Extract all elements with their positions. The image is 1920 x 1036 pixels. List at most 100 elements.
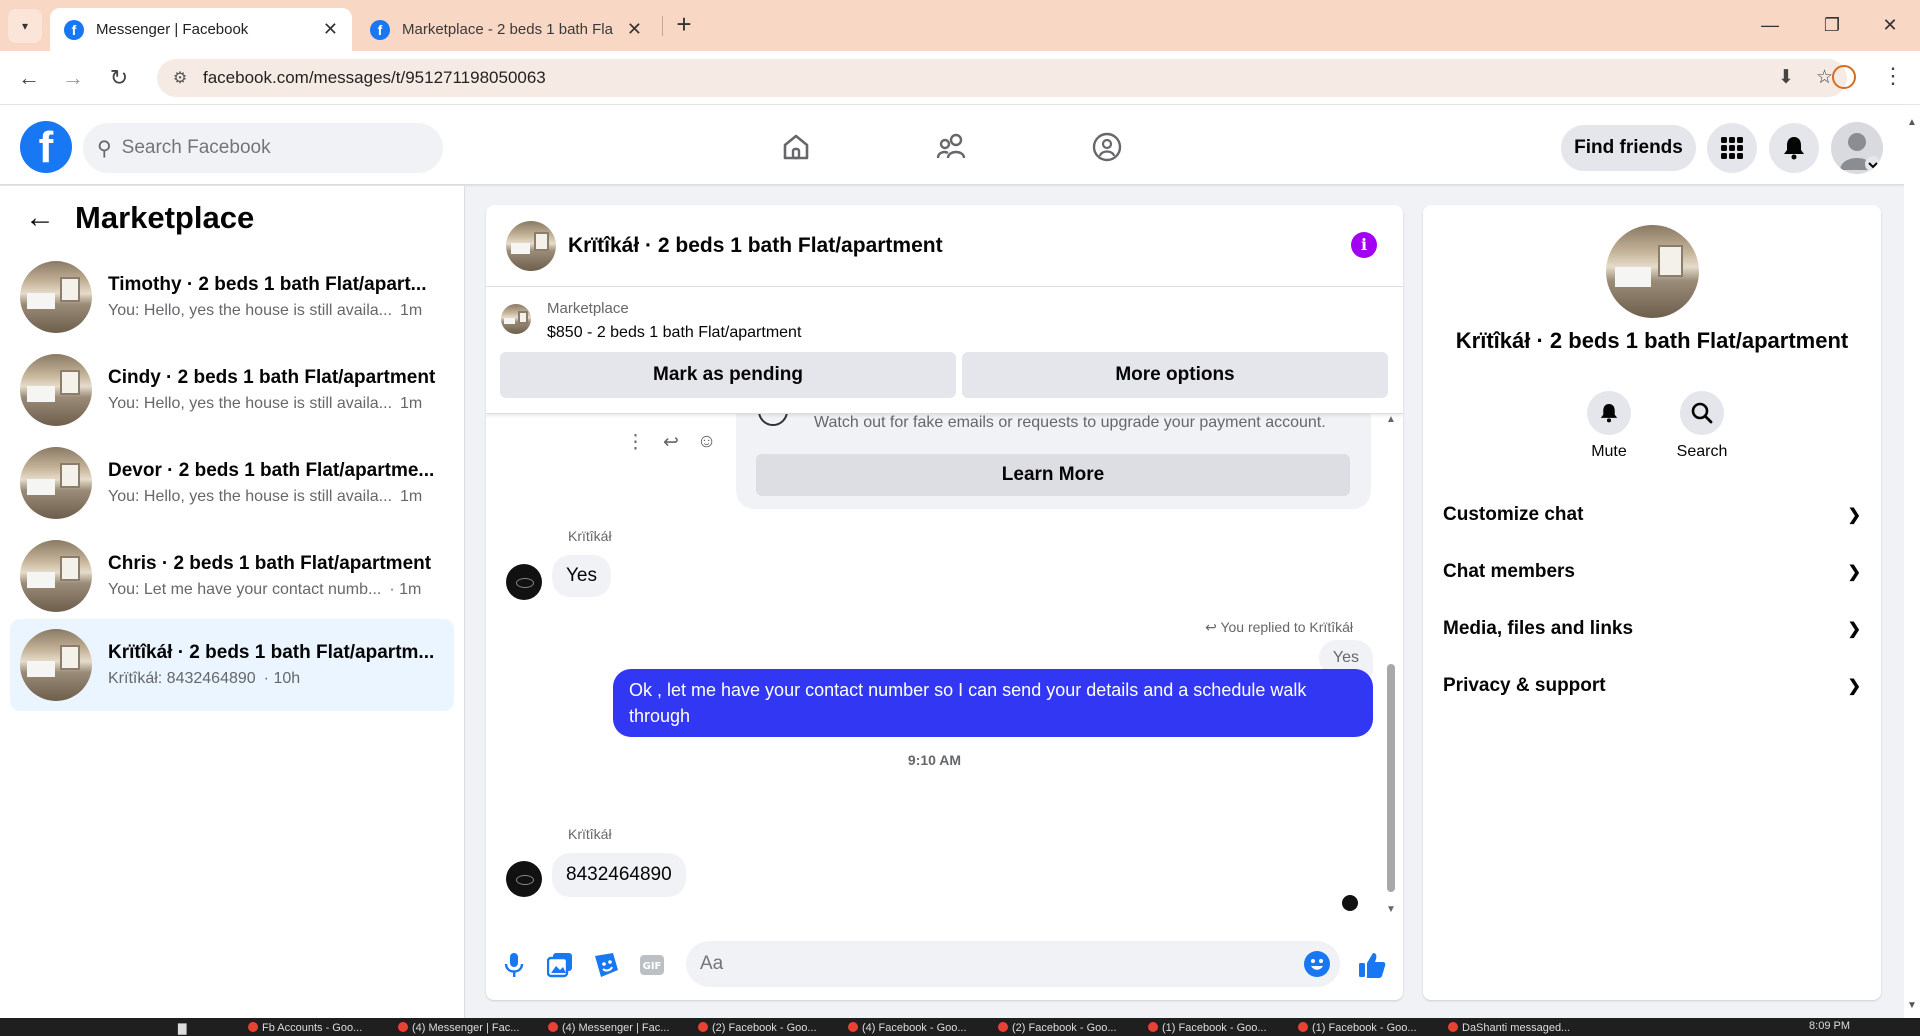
search-input[interactable]	[121, 137, 402, 159]
thread-name: Devor · 2 beds 1 bath Flat/apartme...	[108, 460, 435, 481]
conversation-name: Krïtîkáł · 2 beds 1 bath Flat/apartment	[1455, 328, 1849, 353]
message-bubble[interactable]: Yes	[552, 555, 611, 597]
forward-arrow-icon[interactable]: →	[58, 63, 88, 93]
site-info-icon[interactable]: ⚙	[167, 68, 193, 88]
reply-icon[interactable]: ↩	[663, 431, 679, 454]
gif-icon[interactable]: GIF	[638, 951, 666, 979]
thumbs-up-like-icon[interactable]	[1358, 951, 1386, 979]
media-files-links-section[interactable]: Media, files and links ❯	[1443, 604, 1861, 654]
close-tab-icon[interactable]: ✕	[627, 19, 642, 40]
thread-time: 1m	[400, 395, 423, 412]
mute-button[interactable]: Mute	[1569, 391, 1649, 461]
react-emoji-icon[interactable]: ☺	[697, 431, 716, 454]
learn-more-button[interactable]: Learn More	[756, 454, 1350, 496]
tab-title: Messenger | Facebook	[96, 21, 249, 38]
facebook-logo-icon[interactable]: f	[20, 121, 72, 173]
taskbar-item[interactable]: (4) Messenger | Fac...	[548, 1022, 669, 1034]
scroll-up-arrow-icon[interactable]: ▲	[1907, 117, 1917, 128]
privacy-support-section[interactable]: Privacy & support ❯	[1443, 661, 1861, 711]
groups-icon[interactable]	[1082, 125, 1132, 169]
thread-name: Timothy · 2 beds 1 bath Flat/apart...	[108, 274, 427, 295]
thread-snippet: Krïtîkáł: 8432464890	[108, 670, 256, 687]
taskbar-item[interactable]: DaShanti messaged...	[1448, 1022, 1570, 1034]
conversation-title[interactable]: Krïtîkáł · 2 beds 1 bath Flat/apartment	[568, 234, 943, 258]
account-avatar[interactable]	[1831, 122, 1883, 174]
scroll-up-arrow-icon[interactable]: ▲	[1386, 414, 1396, 425]
taskbar-item[interactable]: (2) Facebook - Goo...	[698, 1022, 817, 1034]
close-tab-icon[interactable]: ✕	[323, 19, 338, 40]
chat-members-section[interactable]: Chat members ❯	[1443, 547, 1861, 597]
taskbar-item[interactable]: (1) Facebook - Goo...	[1148, 1022, 1267, 1034]
sticker-icon[interactable]	[592, 951, 620, 979]
message-input-box[interactable]	[686, 941, 1340, 987]
svg-text:GIF: GIF	[643, 961, 662, 972]
facebook-favicon-icon: f	[370, 19, 390, 40]
search-facebook[interactable]: ⚲	[83, 123, 443, 173]
browser-profile-icon[interactable]	[1832, 65, 1856, 89]
taskbar-item[interactable]: (4) Facebook - Goo...	[848, 1022, 967, 1034]
message-input[interactable]	[700, 953, 1270, 975]
find-friends-button[interactable]: Find friends	[1561, 125, 1696, 171]
url-text[interactable]: facebook.com/messages/t/951271198050063	[203, 68, 546, 88]
close-window-button[interactable]: ✕	[1870, 10, 1910, 40]
scroll-down-arrow-icon[interactable]: ▼	[1386, 904, 1396, 915]
thread-snippet: You: Hello, yes the house is still avail…	[108, 488, 393, 505]
tab-search-chevron-icon[interactable]: ▾	[8, 9, 42, 43]
omnibox[interactable]: ⚙ facebook.com/messages/t/95127119805006…	[157, 59, 1847, 97]
install-app-icon[interactable]: ⬇	[1778, 66, 1794, 89]
message-actions: ⋮ ↩ ☺	[626, 431, 716, 454]
search-in-conversation-button[interactable]: Search	[1662, 391, 1742, 461]
taskbar-item[interactable]: (1) Facebook - Goo...	[1298, 1022, 1417, 1034]
more-actions-icon[interactable]: ⋮	[626, 431, 645, 454]
taskbar-clock[interactable]: 8:09 PM	[1809, 1020, 1850, 1032]
new-tab-button[interactable]: +	[670, 11, 698, 40]
scrollbar-thumb[interactable]	[1387, 664, 1395, 892]
message-bubble[interactable]: 8432464890	[552, 853, 686, 897]
message-scrollbar[interactable]: ▲ ▼	[1384, 414, 1398, 929]
replied-to-text: You replied to Krïtîkáł	[1220, 619, 1353, 635]
my-message-bubble[interactable]: Ok , let me have your contact number so …	[613, 669, 1373, 737]
menu-grid-icon[interactable]	[1707, 123, 1757, 173]
reload-icon[interactable]: ↻	[104, 63, 134, 93]
taskbar-item[interactable]: (2) Facebook - Goo...	[998, 1022, 1117, 1034]
back-arrow-icon[interactable]: ←	[14, 63, 44, 93]
taskbar-item[interactable]: Fb Accounts - Goo...	[248, 1022, 362, 1034]
sender-avatar[interactable]	[506, 564, 542, 600]
tab-marketplace[interactable]: f Marketplace - 2 beds 1 bath Fla ✕	[356, 8, 656, 51]
conversation-avatar[interactable]	[506, 220, 556, 271]
friends-icon[interactable]	[927, 125, 977, 169]
taskbar-item[interactable]: (4) Messenger | Fac...	[398, 1022, 519, 1034]
search-label: Search	[1676, 443, 1728, 460]
listing-title[interactable]: $850 - 2 beds 1 bath Flat/apartment	[547, 324, 801, 342]
bookmark-star-icon[interactable]: ☆	[1816, 66, 1833, 89]
restore-button[interactable]: ❐	[1812, 10, 1852, 40]
thread-item[interactable]: Cindy · 2 beds 1 bath Flat/apartment You…	[10, 345, 454, 435]
tab-messenger[interactable]: f Messenger | Facebook ✕	[50, 8, 352, 51]
info-icon[interactable]: i	[1351, 232, 1377, 258]
back-arrow-icon[interactable]: ←	[25, 201, 55, 235]
photo-gallery-icon[interactable]	[546, 951, 574, 979]
browser-menu-icon[interactable]: ⋮	[1882, 63, 1904, 89]
mark-as-pending-button[interactable]: Mark as pending	[500, 352, 956, 398]
minimize-button[interactable]: —	[1750, 10, 1790, 40]
sender-avatar[interactable]	[506, 861, 542, 897]
thread-item[interactable]: Devor · 2 beds 1 bath Flat/apartme... Yo…	[10, 438, 454, 528]
emoji-icon[interactable]	[1304, 951, 1330, 977]
notifications-bell-icon[interactable]	[1769, 123, 1819, 173]
listing-thumbnail	[20, 629, 92, 701]
more-options-button[interactable]: More options	[962, 352, 1388, 398]
thread-item-selected[interactable]: Krïtîkáł · 2 beds 1 bath Flat/apartm... …	[10, 619, 454, 711]
scroll-down-arrow-icon[interactable]: ▼	[1907, 1000, 1917, 1011]
conversation-avatar-large[interactable]	[1606, 225, 1699, 318]
thread-item[interactable]: Timothy · 2 beds 1 bath Flat/apart... Yo…	[10, 252, 454, 342]
microphone-icon[interactable]	[500, 951, 528, 979]
customize-chat-section[interactable]: Customize chat ❯	[1443, 490, 1861, 540]
home-icon[interactable]	[771, 125, 821, 169]
warning-text: Watch out for fake emails or requests to…	[814, 414, 1326, 431]
thread-item[interactable]: Chris · 2 beds 1 bath Flat/apartment You…	[10, 531, 454, 621]
page-scrollbar[interactable]: ▲ ▼	[1904, 105, 1920, 1018]
folder-icon[interactable]: ▇	[178, 1022, 186, 1035]
marketplace-listing-bar: Marketplace $850 - 2 beds 1 bath Flat/ap…	[486, 288, 1403, 414]
facebook-favicon-icon: f	[64, 19, 84, 40]
listing-thumbnail[interactable]	[501, 304, 531, 334]
